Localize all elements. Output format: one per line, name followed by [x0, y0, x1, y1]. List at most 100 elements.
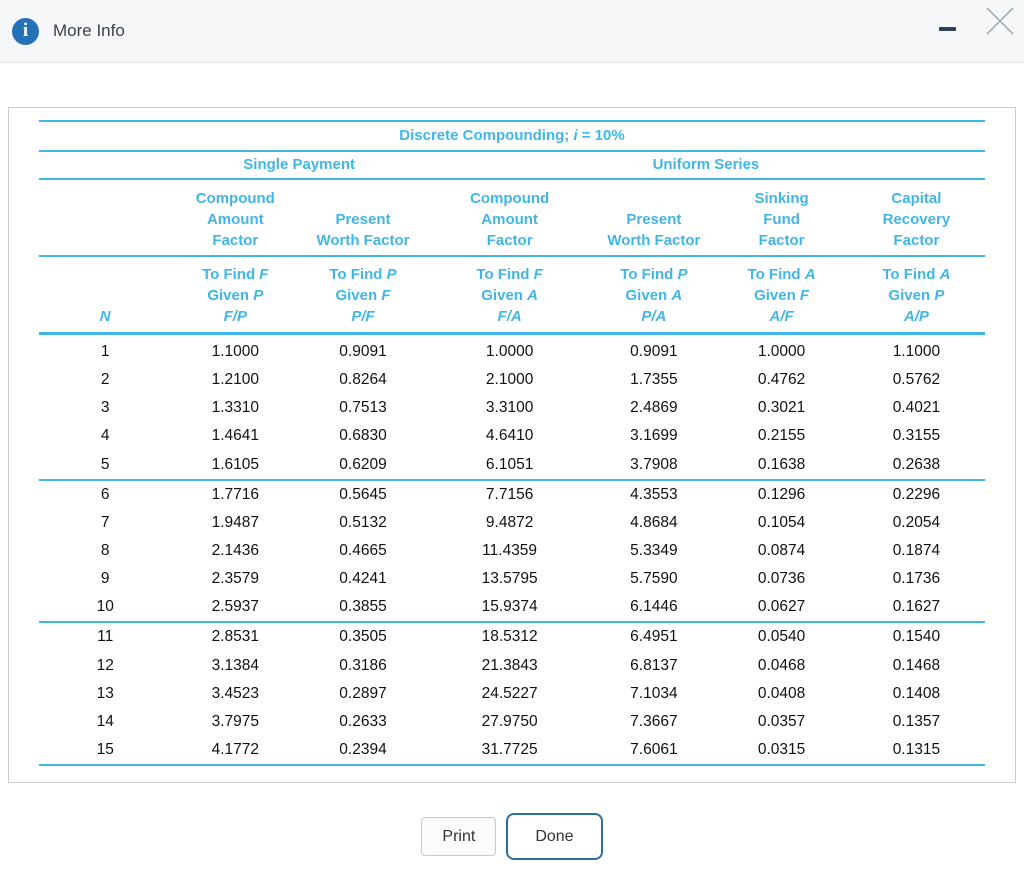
factor-value: 0.2638	[847, 450, 985, 481]
factor-value: 0.0315	[715, 735, 848, 767]
factor-value: 0.4241	[339, 570, 387, 588]
factor-value: 18.5312	[481, 628, 538, 646]
done-button[interactable]: Done	[506, 813, 603, 861]
factor-value: 0.2054	[892, 513, 941, 531]
factor-value: 0.5762	[892, 371, 941, 389]
table-row: 12 3.1384 0.3186 21.3843 6.8137 0.0468 0.1468	[39, 652, 985, 680]
factor-value: 3.7975	[211, 712, 259, 730]
table-row: 15 4.1772 0.2394 31.7725 7.6061 0.0315 0.1315	[39, 735, 985, 767]
factor-value: 1.0000	[485, 343, 534, 360]
n-value: 8	[100, 541, 110, 559]
table-row: 7 1.9487 0.5132 9.4872 4.8684 0.1054 0.2054	[39, 509, 985, 537]
table-body: 1 1.1000 0.9091 1.0000 0.9091 1.0000 1.1000 2 1.…	[39, 334, 985, 767]
table-row: 6 1.7716 0.5645 7.7156 4.3553 0.1296 0.2296	[39, 480, 985, 509]
factor-value: 0.8264	[339, 371, 387, 389]
factor-value: 0.0468	[757, 656, 806, 674]
factor-value: 7.1034	[630, 684, 678, 702]
action-buttons: Print Done	[0, 813, 1024, 861]
factor-value: 2.8531	[211, 628, 259, 646]
factor-value: 0.0736	[757, 570, 806, 588]
n-value: 5	[39, 450, 172, 481]
colname-fp: Compound Amount Factor	[171, 179, 300, 257]
table-row: 11 2.8531 0.3505 18.5312 6.4951 0.0540 0.1540	[39, 622, 985, 651]
factor-value: 1.2100	[211, 371, 259, 389]
colname-af: Sinking Fund Factor	[715, 179, 848, 257]
factor-value: 0.1736	[892, 570, 941, 588]
group-header-row: Single Payment Uniform Series	[39, 151, 985, 180]
n-value: 3	[100, 399, 110, 417]
factor-value: 1.0000	[757, 343, 806, 360]
factor-value: 0.1540	[892, 628, 941, 646]
factor-value: 0.2155	[757, 427, 806, 445]
factor-value: 27.9750	[481, 712, 538, 730]
table-row: 4 1.4641 0.6830 4.6410 3.1699 0.2155 0.3155	[39, 422, 985, 450]
close-icon[interactable]	[982, 3, 1018, 39]
factor-value: 3.1699	[630, 427, 678, 445]
colname-pa: Present Worth Factor	[592, 179, 716, 257]
factor-value: 0.3505	[339, 628, 387, 646]
factor-value: 24.5227	[481, 684, 538, 702]
subheader-pa: To Find P Given A P/A	[592, 256, 716, 335]
factor-value: 3.3100	[485, 399, 534, 417]
factor-value: 0.2296	[892, 485, 941, 503]
factor-value: 0.0874	[757, 541, 806, 559]
factor-value: 2.3579	[211, 570, 259, 588]
minimize-icon[interactable]	[939, 27, 956, 31]
group-uniform-series: Uniform Series	[426, 151, 985, 180]
factor-value: 1.6105	[171, 450, 300, 481]
print-button[interactable]: Print	[421, 817, 497, 857]
table-row: 5 1.6105 0.6209 6.1051 3.7908 0.1638 0.2638	[39, 450, 985, 481]
table-title-row: Discrete Compounding; i = 10%	[39, 120, 985, 152]
compounding-table: Discrete Compounding; i = 10% Single Pay…	[39, 120, 985, 767]
factor-value: 5.3349	[630, 541, 678, 559]
table-row: 3 1.3310 0.7513 3.3100 2.4869 0.3021 0.4021	[39, 394, 985, 422]
factor-value: 15.9374	[426, 593, 593, 624]
factor-value: 1.7355	[630, 371, 678, 389]
subheader-fa: To Find F Given A F/A	[426, 256, 593, 335]
factor-value: 13.5795	[481, 570, 538, 588]
factor-value: 1.3310	[211, 399, 259, 417]
n-value: 10	[39, 593, 172, 624]
factor-value: 0.9091	[339, 343, 387, 360]
factor-value: 0.7513	[339, 399, 387, 417]
factor-value: 0.3186	[339, 656, 387, 674]
table-title: Discrete Compounding; i = 10%	[39, 120, 985, 152]
subheader-fp: To Find F Given P F/P	[171, 256, 300, 335]
factor-value: 0.1638	[715, 450, 848, 481]
sub-header-row: N To Find F Given P F/P To Find P Given …	[39, 256, 985, 335]
factor-value: 4.8684	[630, 513, 678, 531]
factor-value: 3.4523	[211, 684, 259, 702]
factor-value: 3.1384	[211, 656, 259, 674]
n-value: 9	[100, 570, 110, 588]
factor-value: 0.0627	[715, 593, 848, 624]
factor-value: 1.1000	[211, 343, 259, 360]
factor-value: 0.3155	[892, 427, 941, 445]
factor-value: 2.4869	[630, 399, 678, 417]
n-header: N	[39, 256, 172, 335]
table-card: Discrete Compounding; i = 10% Single Pay…	[8, 107, 1016, 784]
table-row: 1 1.1000 0.9091 1.0000 0.9091 1.0000 1.1000	[39, 334, 985, 367]
factor-names-row: Compound Amount Factor Present Worth Fac…	[39, 179, 985, 257]
factor-value: 5.7590	[630, 570, 678, 588]
table-row: 8 2.1436 0.4665 11.4359 5.3349 0.0874 0.1874	[39, 537, 985, 565]
subheader-af: To Find A Given F A/F	[715, 256, 848, 335]
factor-value: 0.0408	[757, 684, 806, 702]
factor-value: 6.8137	[630, 656, 678, 674]
n-value: 15	[39, 735, 172, 767]
n-value: 4	[100, 427, 110, 445]
factor-value: 6.1446	[592, 593, 716, 624]
factor-value: 4.1772	[171, 735, 300, 767]
n-value: 7	[100, 513, 110, 531]
factor-value: 31.7725	[426, 735, 593, 767]
subheader-ap: To Find A Given P A/P	[847, 256, 985, 335]
table-row: 10 2.5937 0.3855 15.9374 6.1446 0.0627 0.1627	[39, 593, 985, 624]
factor-value: 0.5132	[339, 513, 387, 531]
factor-value: 7.7156	[485, 485, 534, 503]
factor-value: 2.5937	[171, 593, 300, 624]
factor-value: 7.6061	[592, 735, 716, 767]
factor-value: 0.5645	[339, 485, 387, 503]
table-row: 9 2.3579 0.4241 13.5795 5.7590 0.0736 0.1736	[39, 565, 985, 593]
factor-value: 21.3843	[481, 656, 538, 674]
factor-value: 3.7908	[592, 450, 716, 481]
factor-value: 0.1468	[892, 656, 941, 674]
